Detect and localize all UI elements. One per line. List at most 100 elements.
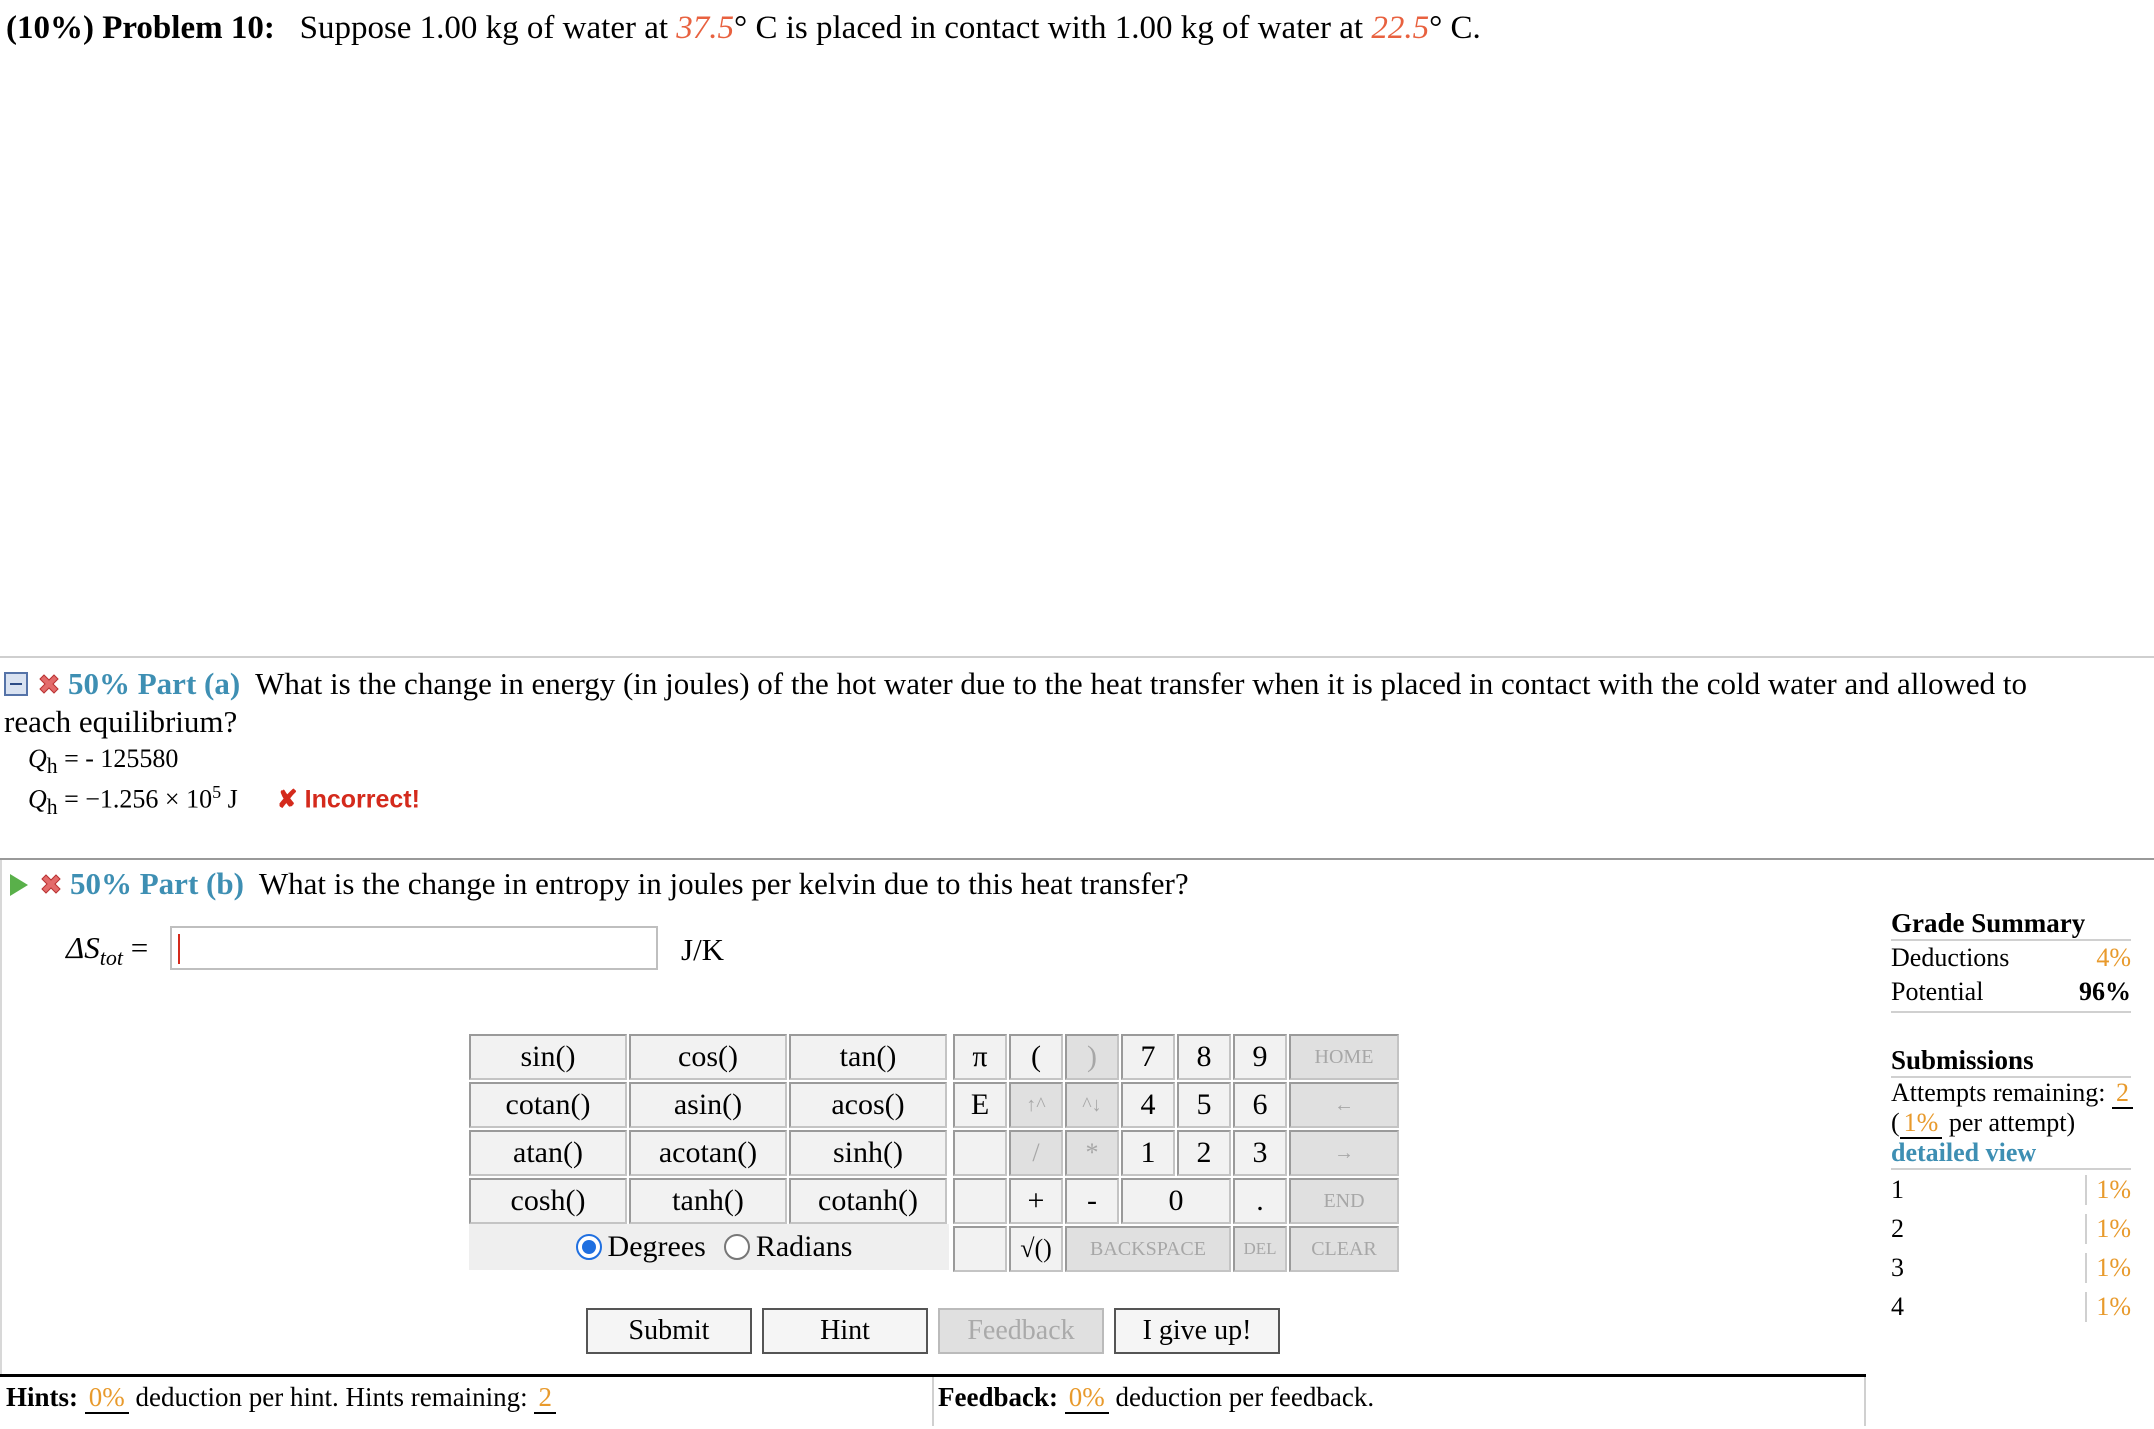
- part-a-divider: [0, 656, 2154, 658]
- calc-blank-key-1: [953, 1130, 1007, 1176]
- calc-sinh-button[interactable]: sinh(): [789, 1130, 947, 1176]
- calc-5-button[interactable]: 5: [1177, 1082, 1231, 1128]
- answer-subscript-2: h: [46, 794, 58, 819]
- per-attempt-info: (1% per attempt): [1891, 1108, 2131, 1139]
- calc-tanh-button[interactable]: tanh(): [629, 1178, 787, 1224]
- feedback-label: Feedback:: [938, 1382, 1058, 1412]
- calc-left-arrow-button[interactable]: ←: [1289, 1082, 1399, 1128]
- submission-deduction: 1%: [2085, 1174, 2131, 1205]
- calc-cotan-button[interactable]: cotan(): [469, 1082, 627, 1128]
- calc-sin-button[interactable]: sin(): [469, 1034, 627, 1080]
- incorrect-x-icon-b: [41, 874, 61, 894]
- calc-plus-button[interactable]: +: [1009, 1178, 1063, 1224]
- submission-row: 2 1%: [1891, 1209, 2131, 1248]
- incorrect-status: ✘ Incorrect!: [276, 785, 420, 814]
- part-a-percent: 50%: [68, 666, 130, 701]
- calc-0-button[interactable]: 0: [1121, 1178, 1231, 1224]
- problem-text-prefix: Suppose 1.00 kg of water at: [299, 10, 669, 46]
- calc-lparen-button[interactable]: (: [1009, 1034, 1063, 1080]
- hint-button[interactable]: Hint: [762, 1308, 928, 1354]
- calc-6-button[interactable]: 6: [1233, 1082, 1287, 1128]
- expand-play-icon[interactable]: [10, 874, 28, 896]
- calc-pi-button[interactable]: π: [953, 1034, 1007, 1080]
- bottom-bar-right-edge: [1864, 1377, 1866, 1426]
- calc-1-button[interactable]: 1: [1121, 1130, 1175, 1176]
- calc-8-button[interactable]: 8: [1177, 1034, 1231, 1080]
- part-a-heading: 50% Part (a) What is the change in energ…: [4, 666, 2027, 702]
- answer-input[interactable]: [170, 926, 658, 970]
- feedback-info: Feedback: 0% deduction per feedback.: [938, 1382, 1374, 1414]
- calc-acos-button[interactable]: acos(): [789, 1082, 947, 1128]
- detailed-view-link[interactable]: detailed view: [1891, 1138, 2131, 1168]
- calc-atan-button[interactable]: atan(): [469, 1130, 627, 1176]
- calc-home-button[interactable]: HOME: [1289, 1034, 1399, 1080]
- calc-cosh-button[interactable]: cosh(): [469, 1178, 627, 1224]
- deductions-label: Deductions: [1891, 943, 2010, 972]
- submission-row: 1 1%: [1891, 1170, 2131, 1209]
- potential-label: Potential: [1891, 977, 1984, 1006]
- problem-label: (10%) Problem 10:: [6, 10, 275, 46]
- calc-cotanh-button[interactable]: cotanh(): [789, 1178, 947, 1224]
- entropy-subscript: tot: [99, 945, 123, 971]
- entropy-symbol: ΔS: [66, 930, 100, 965]
- feedback-button[interactable]: Feedback: [938, 1308, 1104, 1354]
- calc-right-arrow-button[interactable]: →: [1289, 1130, 1399, 1176]
- submit-button[interactable]: Submit: [586, 1308, 752, 1354]
- calc-e-button[interactable]: E: [953, 1082, 1007, 1128]
- calc-clear-button[interactable]: CLEAR: [1289, 1226, 1399, 1272]
- hints-info: Hints: 0% deduction per hint. Hints rema…: [6, 1382, 556, 1414]
- collapse-icon[interactable]: [4, 672, 28, 696]
- part-a-entered-answer: Qh = - 125580: [28, 744, 178, 779]
- part-a-formatted-answer: Qh = −1.256 × 105 J ✘ Incorrect!: [28, 782, 420, 820]
- calc-rparen-button[interactable]: ): [1065, 1034, 1119, 1080]
- calc-tan-button[interactable]: tan(): [789, 1034, 947, 1080]
- attempts-value: 2: [2111, 1078, 2133, 1109]
- calc-del-button[interactable]: DEL: [1233, 1226, 1287, 1272]
- calc-exponent-down-button[interactable]: ^↓: [1065, 1082, 1119, 1128]
- answer-variable: Q: [28, 744, 47, 773]
- formatted-exponent: 5: [212, 782, 222, 802]
- grade-summary-separator: [1891, 939, 2131, 941]
- calc-blank-key-2: [953, 1178, 1007, 1224]
- degrees-radio[interactable]: [575, 1234, 602, 1260]
- calc-2-button[interactable]: 2: [1177, 1130, 1231, 1176]
- calc-minus-button[interactable]: -: [1065, 1178, 1119, 1224]
- hints-remaining: 2: [534, 1382, 556, 1414]
- part-b-percent: 50%: [70, 866, 132, 901]
- radians-radio[interactable]: [723, 1234, 750, 1260]
- per-attempt-value: 1%: [1899, 1108, 1943, 1139]
- calc-dot-button[interactable]: .: [1233, 1178, 1287, 1224]
- calc-exponent-up-button[interactable]: ↑^: [1009, 1082, 1063, 1128]
- hints-text: deduction per hint. Hints remaining:: [135, 1382, 528, 1412]
- feedback-deduction: 0%: [1064, 1382, 1109, 1414]
- deductions-value: 4%: [2096, 943, 2131, 972]
- radians-label: Radians: [755, 1230, 853, 1263]
- part-b-divider: [0, 858, 2154, 860]
- calc-acotan-button[interactable]: acotan(): [629, 1130, 787, 1176]
- calc-blank-key-3: [953, 1226, 1007, 1272]
- calc-3-button[interactable]: 3: [1233, 1130, 1287, 1176]
- calc-multiply-button[interactable]: *: [1065, 1130, 1119, 1176]
- calc-divide-button[interactable]: /: [1009, 1130, 1063, 1176]
- calc-9-button[interactable]: 9: [1233, 1034, 1287, 1080]
- per-attempt-open: (: [1891, 1108, 1900, 1137]
- calc-sqrt-button[interactable]: √(): [1009, 1226, 1063, 1272]
- submission-deduction: 1%: [2085, 1213, 2131, 1244]
- calc-backspace-button[interactable]: BACKSPACE: [1065, 1226, 1231, 1272]
- formatted-value: = −1.256 × 10: [57, 784, 213, 814]
- calc-4-button[interactable]: 4: [1121, 1082, 1175, 1128]
- calc-cos-button[interactable]: cos(): [629, 1034, 787, 1080]
- calc-7-button[interactable]: 7: [1121, 1034, 1175, 1080]
- bottom-bar-divider: [932, 1377, 934, 1426]
- potential-value: 96%: [2079, 977, 2131, 1006]
- part-b-label: Part (b): [139, 866, 244, 901]
- problem-text-middle: ° C is placed in contact with 1.00 kg of…: [734, 10, 1364, 46]
- calc-end-button[interactable]: END: [1289, 1178, 1399, 1224]
- potential-separator: [1891, 1011, 2131, 1013]
- submission-number: 2: [1891, 1213, 1904, 1243]
- submission-deduction: 1%: [2085, 1252, 2131, 1283]
- attempts-remaining: Attempts remaining: 2: [1891, 1078, 2133, 1109]
- give-up-button[interactable]: I give up!: [1114, 1308, 1280, 1354]
- calc-asin-button[interactable]: asin(): [629, 1082, 787, 1128]
- answer-variable-2: Q: [28, 784, 47, 814]
